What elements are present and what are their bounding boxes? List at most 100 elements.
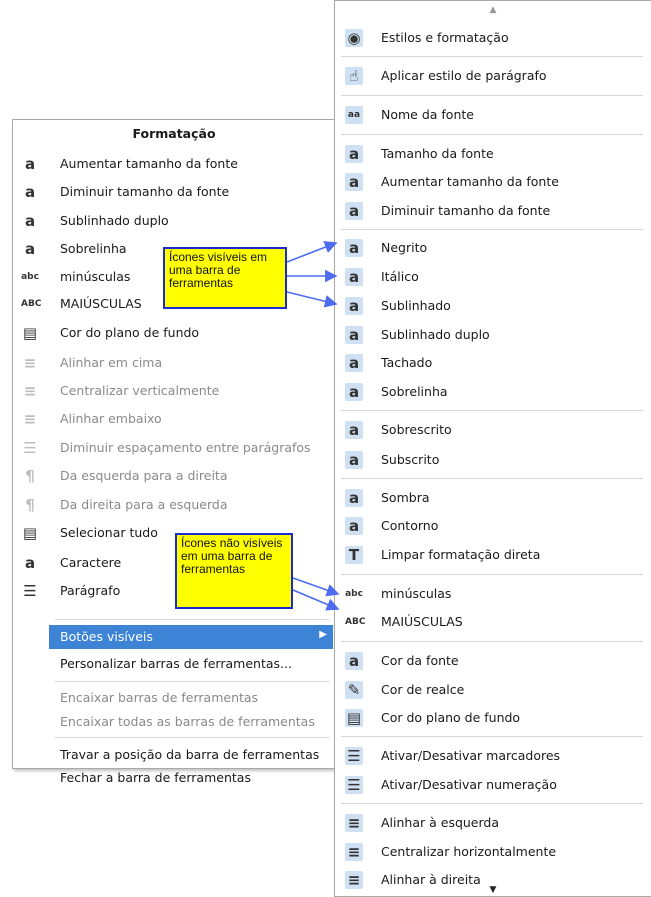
align-top-icon: ≡ <box>23 354 37 372</box>
submenu-item[interactable]: abc minúsculas <box>335 581 651 607</box>
menu-item[interactable]: ▤ Cor do plano de fundo <box>13 320 335 346</box>
character-icon: a <box>24 554 36 572</box>
submenu-item-label: Centralizar horizontalmente <box>381 844 557 859</box>
overline-icon: a <box>345 383 363 401</box>
styles-icon: ◉ <box>345 29 363 47</box>
submenu-item[interactable]: ☰ Ativar/Desativar marcadores <box>335 743 651 769</box>
superscript-icon: a <box>345 421 363 439</box>
apply-paragraph-style-icon: ☝ <box>345 67 363 85</box>
separator <box>341 641 643 642</box>
menu-item-dock-all-toolbars[interactable]: Encaixar todas as barras de ferramentas <box>13 709 335 735</box>
separator <box>341 229 643 230</box>
scroll-down-icon[interactable]: ▼ <box>335 885 651 895</box>
submenu-item[interactable]: a Diminuir tamanho da fonte <box>335 198 651 224</box>
submenu-item-label: minúsculas <box>381 586 452 601</box>
menu-item-customize-toolbars[interactable]: Personalizar barras de ferramentas... <box>13 651 335 677</box>
submenu-item[interactable]: ≡ Alinhar à esquerda <box>335 810 651 836</box>
menu-item-label: Botões visíveis <box>60 629 153 644</box>
menu-item-label: Travar a posição da barra de ferramentas <box>60 747 320 762</box>
menu-item[interactable]: ¶ Da esquerda para a direita <box>13 463 335 489</box>
separator <box>341 134 643 135</box>
submenu-item[interactable]: a Sublinhado <box>335 293 651 319</box>
submenu-item[interactable]: a Tamanho da fonte <box>335 141 651 167</box>
submenu-item[interactable]: a Tachado <box>335 350 651 376</box>
submenu-item[interactable]: ≡ Centralizar horizontalmente <box>335 839 651 865</box>
menu-item-visible-buttons[interactable]: Botões visíveis ▶ <box>49 625 333 649</box>
separator <box>341 410 643 411</box>
menu-item-dock-toolbar[interactable]: Encaixar barras de ferramentas <box>13 685 335 711</box>
submenu-item[interactable]: ☰ Ativar/Desativar numeração <box>335 772 651 798</box>
menu-item-label: Sobrelinha <box>60 241 127 256</box>
submenu-item[interactable]: ▤ Cor do plano de fundo <box>335 705 651 731</box>
submenu-item-label: Tachado <box>381 355 433 370</box>
submenu-item-label: Cor do plano de fundo <box>381 710 521 725</box>
menu-item-label: Encaixar todas as barras de ferramentas <box>60 714 315 729</box>
strikethrough-icon: a <box>345 354 363 372</box>
bold-icon: a <box>345 239 363 257</box>
menu-item[interactable]: ¶ Da direita para a esquerda <box>13 492 335 518</box>
menu-item[interactable]: ≡ Alinhar embaixo <box>13 406 335 432</box>
submenu-item[interactable]: a Contorno <box>335 513 651 539</box>
menu-item-label: Da esquerda para a direita <box>60 468 228 483</box>
submenu-item[interactable]: ✎ Cor de realce <box>335 677 651 703</box>
shadow-icon: a <box>345 489 363 507</box>
submenu-item[interactable]: ABC MAIÚSCULAS <box>335 609 651 635</box>
font-color-icon: a <box>345 652 363 670</box>
subscript-icon: a <box>345 451 363 469</box>
menu-item-close-toolbar[interactable]: Fechar a barra de ferramentas <box>13 765 335 787</box>
submenu-item[interactable]: T Limpar formatação direta <box>335 542 651 568</box>
submenu-item[interactable]: a Sobrelinha <box>335 379 651 405</box>
callout-visible-icons: Ícones visíveis em uma barra de ferramen… <box>163 247 287 309</box>
menu-item[interactable]: ≡ Alinhar em cima <box>13 350 335 376</box>
submenu-item-label: Sublinhado <box>381 298 451 313</box>
center-vertically-icon: ≡ <box>23 382 37 400</box>
menu-item[interactable]: ≡ Centralizar verticalmente <box>13 378 335 404</box>
menu-item-label: MAIÚSCULAS <box>60 296 142 311</box>
formatting-toolbar-context-menu: Formatação a Aumentar tamanho da fonte a Di… <box>12 119 336 785</box>
menu-item-label: Diminuir tamanho da fonte <box>60 184 230 199</box>
submenu-item[interactable]: ◉ Estilos e formatação <box>335 25 651 51</box>
submenu-item[interactable]: a Negrito <box>335 235 651 261</box>
submenu-item-label: Sobrelinha <box>381 384 448 399</box>
decrease-font-icon: a <box>24 183 36 201</box>
scroll-up-icon[interactable]: ▲ <box>335 5 651 15</box>
menu-item-label: Parágrafo <box>60 583 121 598</box>
submenu-item-label: Itálico <box>381 269 419 284</box>
submenu-item-label: Negrito <box>381 240 428 255</box>
submenu-item[interactable]: aa Nome da fonte <box>335 102 651 128</box>
bullets-icon: ☰ <box>345 747 363 765</box>
submenu-item[interactable]: a Sublinhado duplo <box>335 322 651 348</box>
submenu-item[interactable]: a Sobrescrito <box>335 417 651 443</box>
submenu-item[interactable]: a Subscrito <box>335 447 651 473</box>
menu-item-label: Cor do plano de fundo <box>60 325 200 340</box>
separator <box>55 619 329 620</box>
submenu-item[interactable]: a Cor da fonte <box>335 648 651 674</box>
menu-item-label: Diminuir espaçamento entre parágrafos <box>60 440 311 455</box>
menu-item-label: Selecionar tudo <box>60 525 158 540</box>
submenu-item-label: Cor da fonte <box>381 653 459 668</box>
submenu-item-label: Tamanho da fonte <box>381 146 494 161</box>
menu-item-label: Personalizar barras de ferramentas... <box>60 656 292 671</box>
numbering-icon: ☰ <box>345 776 363 794</box>
outline-icon: a <box>345 517 363 535</box>
separator <box>341 803 643 804</box>
decrease-paragraph-spacing-icon: ☰ <box>23 439 37 457</box>
font-size-icon: a <box>345 145 363 163</box>
callout-not-visible-icons: Ícones não visíveis em uma barra de ferr… <box>175 533 293 609</box>
submenu-item[interactable]: ☝ Aplicar estilo de parágrafo <box>335 63 651 89</box>
menu-item[interactable]: ☰ Diminuir espaçamento entre parágrafos <box>13 435 335 461</box>
submenu-item[interactable]: a Aumentar tamanho da fonte <box>335 169 651 195</box>
menu-item[interactable]: a Aumentar tamanho da fonte <box>13 151 335 177</box>
double-underline-icon: a <box>24 212 36 230</box>
increase-font-icon: a <box>345 173 363 191</box>
menu-item[interactable]: a Diminuir tamanho da fonte <box>13 179 335 205</box>
submenu-item-label: Subscrito <box>381 452 440 467</box>
left-to-right-icon: ¶ <box>25 467 35 485</box>
select-all-icon: ▤ <box>22 524 38 542</box>
menu-item-label: Sublinhado duplo <box>60 213 169 228</box>
submenu-item-label: Diminuir tamanho da fonte <box>381 203 551 218</box>
menu-item-label: Encaixar barras de ferramentas <box>60 690 259 705</box>
submenu-item[interactable]: a Itálico <box>335 264 651 290</box>
submenu-item[interactable]: a Sombra <box>335 485 651 511</box>
menu-item[interactable]: a Sublinhado duplo <box>13 208 335 234</box>
